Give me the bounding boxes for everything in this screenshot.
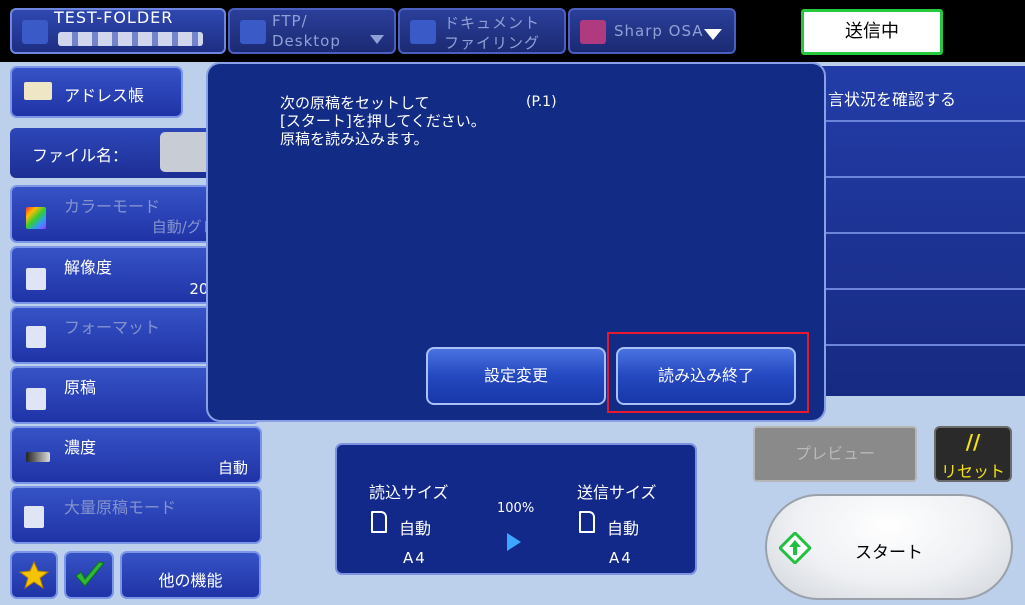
tab-ftp-line1: FTP/	[272, 12, 308, 30]
star-icon	[19, 560, 49, 590]
reset-label: リセット	[940, 462, 1005, 481]
stack-documents-icon	[24, 506, 44, 528]
change-settings-button[interactable]: 設定変更	[426, 347, 606, 405]
dialog-message-line2: [スタート]を押してください。	[280, 112, 486, 130]
checkmark-icon	[75, 561, 105, 587]
resolution-icon	[26, 268, 46, 290]
chevron-down-icon	[370, 35, 384, 44]
file-format-icon	[26, 326, 46, 348]
arrow-right-icon	[507, 533, 521, 551]
dialog-message: 次の原稿をセットして [スタート]を押してください。 原稿を読み込みます。	[280, 94, 486, 148]
ratio-value: 100%	[497, 501, 535, 516]
tab-doc-line1: ドキュメント	[444, 14, 541, 32]
document-filing-icon	[410, 20, 436, 44]
favorites-button[interactable]	[10, 551, 58, 599]
document-icon	[371, 511, 387, 533]
send-status-header: 言状況を確認する	[828, 90, 957, 109]
reset-icon: //	[965, 430, 981, 454]
start-button[interactable]: スタート	[765, 494, 1013, 600]
color-mode-label: カラーモード	[64, 197, 161, 216]
divider	[820, 288, 1025, 290]
density-value: 自動	[217, 459, 248, 477]
tab-document-filing[interactable]: ドキュメント ファイリング	[398, 8, 566, 54]
reset-button[interactable]: // リセット	[934, 426, 1012, 482]
resolution-label: 解像度	[64, 258, 113, 277]
redacted-path	[58, 32, 203, 46]
density-icon	[26, 452, 50, 462]
send-paper-value: A4	[609, 549, 633, 567]
address-book-label: アドレス帳	[64, 86, 145, 105]
tab-ftp-line2: Desktop	[272, 32, 341, 50]
tab-sharp-osa[interactable]: Sharp OSA	[568, 8, 736, 54]
dialog-message-line3: 原稿を読み込みます。	[280, 130, 429, 148]
original-document-icon	[26, 388, 46, 410]
send-status-panel[interactable]: 言状況を確認する	[820, 66, 1025, 396]
tab-doc-line2: ファイリング	[444, 34, 541, 52]
mass-mode-label: 大量原稿モード	[64, 498, 177, 517]
filename-label: ファイル名：	[32, 146, 129, 165]
density-button[interactable]: 濃度 自動	[10, 426, 262, 484]
tab-ftp-desktop[interactable]: FTP/ Desktop	[228, 8, 396, 54]
scan-mode-value: 自動	[399, 519, 432, 538]
tab-test-folder-label: TEST-FOLDER	[54, 8, 174, 27]
divider	[820, 344, 1025, 346]
ftp-icon	[240, 20, 266, 44]
send-mode-value: 自動	[607, 519, 640, 538]
mass-original-mode-button[interactable]: 大量原稿モード	[10, 486, 262, 544]
preview-button[interactable]: プレビュー	[753, 426, 917, 482]
confirm-settings-button[interactable]	[64, 551, 114, 599]
divider	[820, 232, 1025, 234]
other-functions-label: 他の機能	[158, 571, 223, 590]
density-label: 濃度	[64, 438, 97, 457]
chevron-down-icon[interactable]	[704, 29, 722, 40]
format-label: フォーマット	[64, 318, 161, 337]
tab-test-folder[interactable]: TEST-FOLDER	[10, 8, 226, 54]
book-icon	[24, 82, 52, 100]
color-mode-icon	[26, 207, 46, 229]
divider	[820, 120, 1025, 122]
document-icon	[579, 511, 595, 533]
send-size-label: 送信サイズ	[577, 483, 657, 502]
page-number: (P.1)	[526, 94, 557, 110]
scan-size-label: 読込サイズ	[369, 483, 449, 502]
size-panel[interactable]: 読込サイズ 自動 A4 100% 送信サイズ 自動 A4	[335, 443, 697, 575]
tab-osa-label: Sharp OSA	[614, 22, 704, 40]
status-badge: 送信中	[801, 9, 943, 55]
scan-paper-value: A4	[403, 549, 427, 567]
dialog-message-line1: 次の原稿をセットして	[280, 94, 430, 112]
highlight-box	[607, 332, 809, 413]
address-book-button[interactable]: アドレス帳	[10, 66, 183, 118]
other-functions-button[interactable]: 他の機能	[120, 551, 261, 599]
divider	[820, 176, 1025, 178]
start-diamond-icon	[779, 532, 811, 564]
original-label: 原稿	[64, 378, 97, 397]
folder-icon	[22, 20, 48, 44]
start-label: スタート	[855, 543, 923, 563]
top-bar: TEST-FOLDER FTP/ Desktop ドキュメント ファイリング S…	[0, 0, 1025, 62]
osa-icon	[580, 20, 606, 44]
